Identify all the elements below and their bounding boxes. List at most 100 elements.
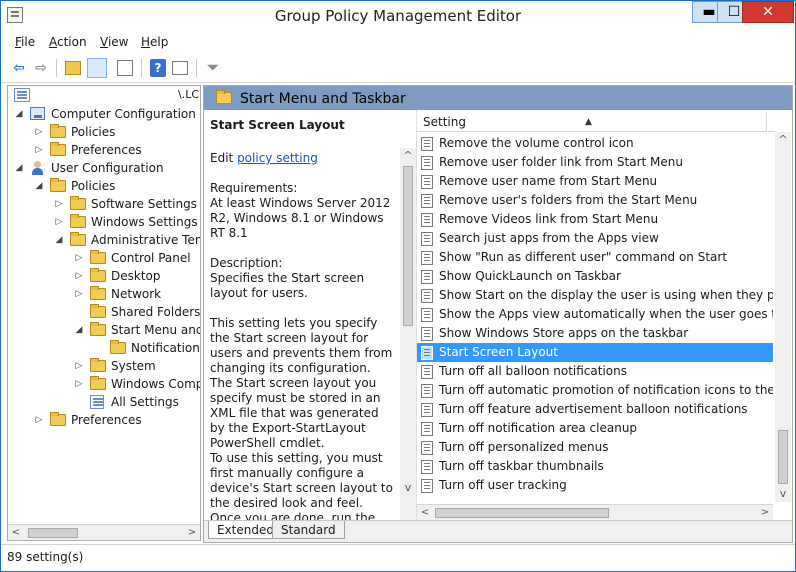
setting-row[interactable]: Remove Videos link from Start Menu (417, 210, 773, 229)
menu-action[interactable]: Action (49, 35, 87, 49)
setting-row[interactable]: Show the Apps view automatically when th… (417, 305, 773, 324)
policy-setting-link[interactable]: policy setting (237, 151, 318, 165)
tree-item-policies[interactable]: ▷ Policies (14, 123, 200, 141)
help-icon[interactable]: ? (150, 59, 166, 77)
folder-icon (90, 286, 106, 300)
tree-item-control-panel[interactable]: ▷ Control Panel (14, 249, 200, 267)
collapse-arrow-icon[interactable]: ◢ (54, 231, 64, 249)
collapse-arrow-icon[interactable]: ◢ (14, 159, 24, 177)
scroll-left-icon[interactable]: < (8, 525, 24, 540)
scroll-down-icon[interactable]: v (400, 480, 416, 496)
policy-setting-icon (421, 251, 433, 265)
scroll-right-icon[interactable]: > (757, 505, 773, 520)
tree-item-all-settings[interactable]: All Settings (14, 393, 200, 411)
menu-help[interactable]: Help (141, 35, 168, 49)
tree-item-user-preferences[interactable]: ▷ Preferences (14, 411, 200, 429)
tree-item-network[interactable]: ▷ Network (14, 285, 200, 303)
scrollbar-thumb[interactable] (403, 166, 413, 326)
toolbar: ⇦ ⇨ ? ⏷ (1, 53, 795, 83)
tree-item-administrative-templates[interactable]: ◢ Administrative Temp (14, 231, 200, 249)
tree-item-notifications[interactable]: Notifications (14, 339, 200, 357)
expand-arrow-icon[interactable]: ▷ (74, 357, 84, 375)
setting-row-label: Turn off user tracking (439, 478, 567, 492)
scroll-down-icon[interactable]: v (775, 486, 791, 502)
expand-arrow-icon[interactable]: ▷ (54, 195, 64, 213)
collapse-arrow-icon[interactable]: ◢ (34, 177, 44, 195)
setting-row[interactable]: Remove user folder link from Start Menu (417, 153, 773, 172)
scrollbar-thumb[interactable] (778, 430, 788, 484)
setting-row[interactable]: Search just apps from the Apps view (417, 229, 773, 248)
tree-root-label: \.LC (178, 88, 200, 101)
tree-item-label: Policies (71, 179, 116, 193)
tree-item-windows-components[interactable]: ▷ Windows Compo (14, 375, 200, 393)
tree-item-windows-settings[interactable]: ▷ Windows Settings (14, 213, 200, 231)
list-vertical-scrollbar[interactable]: ^ v (775, 132, 791, 502)
expand-arrow-icon[interactable]: ▷ (74, 249, 84, 267)
setting-row[interactable]: Show QuickLaunch on Taskbar (417, 267, 773, 286)
tree-item-preferences[interactable]: ▷ Preferences (14, 141, 200, 159)
expand-arrow-icon[interactable]: ▷ (74, 267, 84, 285)
tree-item-start-menu-and-taskbar[interactable]: ◢ Start Menu and T (14, 321, 200, 339)
scroll-up-icon[interactable]: ^ (775, 132, 791, 148)
list-horizontal-scrollbar[interactable]: < > (417, 504, 773, 520)
setting-row[interactable]: Turn off notification area cleanup (417, 419, 773, 438)
column-header-setting[interactable]: Setting ▲ (417, 112, 767, 132)
back-arrow-icon[interactable]: ⇦ (9, 58, 29, 78)
setting-row[interactable]: Turn off taskbar thumbnails (417, 457, 773, 476)
setting-row[interactable]: Turn off feature advertisement balloon n… (417, 400, 773, 419)
settings-list[interactable]: Setting ▲ Remove the volume control icon… (416, 110, 792, 520)
description-scrollbar[interactable]: ^ v (400, 148, 416, 520)
collapse-arrow-icon[interactable]: ◢ (74, 321, 84, 339)
setting-row[interactable]: Show Windows Store apps on the taskbar (417, 324, 773, 343)
expand-arrow-icon[interactable]: ▷ (54, 213, 64, 231)
setting-row[interactable]: Show "Run as different user" command on … (417, 248, 773, 267)
up-folder-icon[interactable] (65, 61, 81, 75)
menu-file[interactable]: File (15, 35, 35, 49)
expand-arrow-icon[interactable]: ▷ (34, 411, 44, 429)
tree-horizontal-scrollbar[interactable]: < > (8, 524, 200, 540)
title-bar[interactable]: Group Policy Management Editor ▬ ☐ ✕ (1, 1, 795, 31)
scroll-right-icon[interactable]: > (184, 525, 200, 540)
menu-bar: File Action View Help (1, 31, 795, 53)
setting-row[interactable]: Turn off all balloon notifications (417, 362, 773, 381)
expand-arrow-icon[interactable]: ▷ (34, 141, 44, 159)
expand-arrow-icon[interactable]: ▷ (74, 285, 84, 303)
scroll-up-icon[interactable]: ^ (400, 148, 416, 164)
close-button[interactable]: ✕ (742, 1, 794, 23)
tab-standard[interactable]: Standard (272, 521, 345, 539)
policy-setting-icon (421, 460, 433, 474)
setting-row[interactable]: Turn off automatic promotion of notifica… (417, 381, 773, 400)
tree-root[interactable]: \.LC (12, 86, 200, 104)
setting-row[interactable]: Show Start on the display the user is us… (417, 286, 773, 305)
export-list-icon[interactable] (117, 60, 133, 76)
tree-item-system[interactable]: ▷ System (14, 357, 200, 375)
setting-row[interactable]: Remove user's folders from the Start Men… (417, 191, 773, 210)
menu-view[interactable]: View (100, 35, 128, 49)
tree-item-user-policies[interactable]: ◢ Policies (14, 177, 200, 195)
requirements-text: At least Windows Server 2012 R2, Windows… (210, 196, 391, 240)
filter-icon[interactable]: ⏷ (203, 58, 223, 78)
tree-item-desktop[interactable]: ▷ Desktop (14, 267, 200, 285)
scroll-left-icon[interactable]: < (417, 505, 433, 520)
forward-arrow-icon[interactable]: ⇨ (31, 58, 51, 78)
setting-row[interactable]: Remove the volume control icon (417, 134, 773, 153)
show-hide-tree-icon[interactable] (87, 58, 107, 78)
tree-item-user-configuration[interactable]: ◢ User Configuration (14, 159, 200, 177)
tree-item-software-settings[interactable]: ▷ Software Settings (14, 195, 200, 213)
navigation-tree[interactable]: \.LC ◢ Computer Configuration ▷ Policies… (7, 85, 201, 541)
collapse-arrow-icon[interactable]: ◢ (14, 105, 24, 123)
tree-item-label: All Settings (111, 395, 179, 409)
properties-icon[interactable] (172, 61, 188, 75)
scrollbar-thumb[interactable] (435, 508, 609, 518)
tree-item-shared-folders[interactable]: Shared Folders (14, 303, 200, 321)
tree-item-computer-configuration[interactable]: ◢ Computer Configuration (14, 105, 200, 123)
expand-arrow-icon[interactable]: ▷ (74, 375, 84, 393)
details-pane: Start Menu and Taskbar Start Screen Layo… (203, 85, 793, 543)
setting-row[interactable]: Turn off user tracking (417, 476, 773, 495)
tree-item-label: Start Menu and T (111, 323, 200, 337)
setting-row[interactable]: Turn off personalized menus (417, 438, 773, 457)
scrollbar-thumb[interactable] (28, 528, 78, 538)
expand-arrow-icon[interactable]: ▷ (34, 123, 44, 141)
setting-row[interactable]: Start Screen Layout (417, 343, 773, 362)
setting-row[interactable]: Remove user name from Start Menu (417, 172, 773, 191)
